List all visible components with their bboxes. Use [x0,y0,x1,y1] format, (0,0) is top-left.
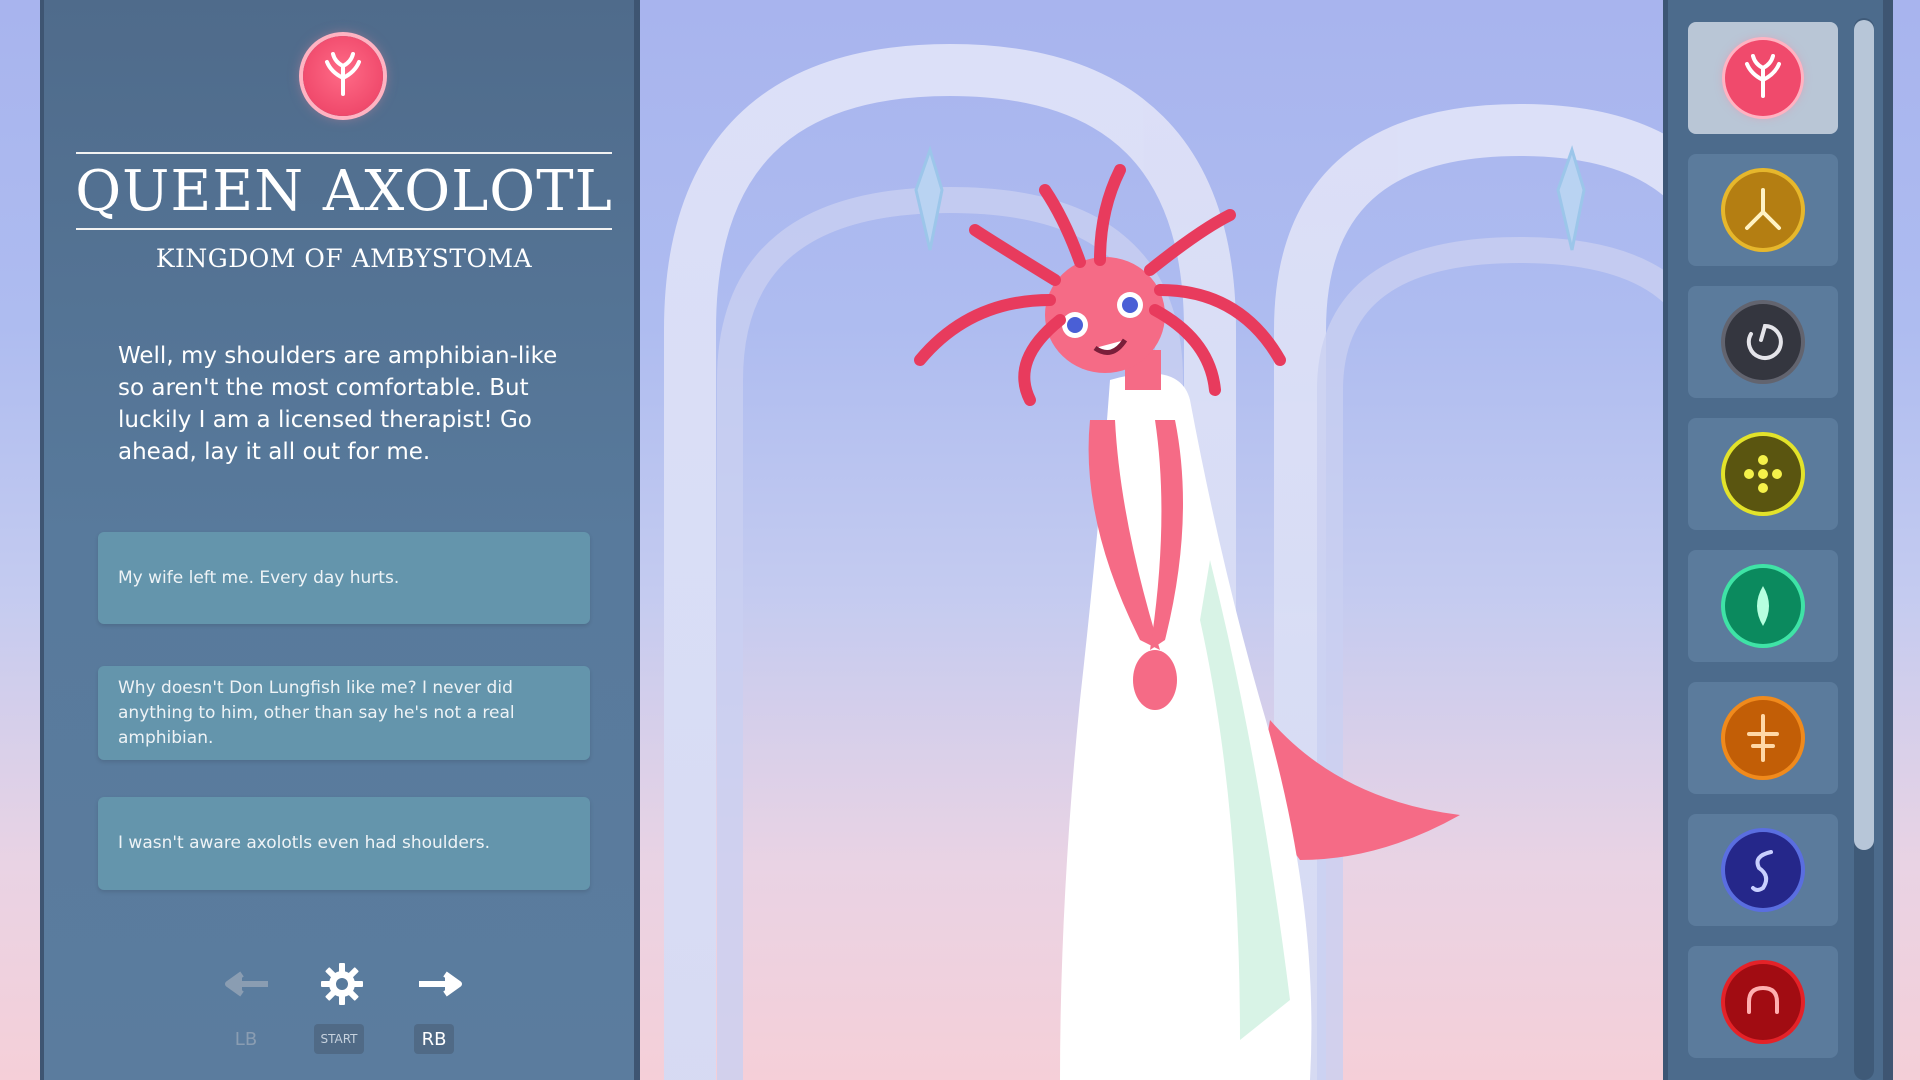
character-slot-3[interactable] [1688,286,1838,398]
choice-text: Why doesn't Don Lungfish like me? I neve… [118,677,515,748]
dialogue-panel: QUEEN AXOLOTL KINGDOM OF AMBYSTOMA Well,… [40,0,640,1080]
character-name: QUEEN AXOLOTL [75,159,613,224]
dialogue-choice-1[interactable]: My wife left me. Every day hurts. [98,532,590,624]
arch-icon [1725,964,1801,1040]
character-slot-7[interactable] [1688,814,1838,926]
character-slot-2[interactable] [1688,154,1838,266]
choice-text: I wasn't aware axolotls even had shoulde… [118,833,491,853]
character-slot-5[interactable] [1688,550,1838,662]
start-button-label: START [314,1024,364,1054]
dialogue-choice-3[interactable]: I wasn't aware axolotls even had shoulde… [98,797,590,890]
serpent-icon [1725,832,1801,908]
character-slot-8[interactable] [1688,946,1838,1058]
next-arrow-icon[interactable] [417,970,463,1002]
previous-arrow-icon[interactable] [224,970,270,1002]
dots-icon [1725,436,1801,512]
character-slot-6[interactable] [1688,682,1838,794]
title-rule-top [76,152,612,154]
character-slot-1[interactable] [1688,22,1838,134]
star-icon [1725,700,1801,776]
leaf-icon [1725,568,1801,644]
crescent-icon [1725,304,1801,380]
character-select-panel [1663,0,1883,1080]
dialogue-choice-2[interactable]: Why doesn't Don Lungfish like me? I neve… [98,666,590,760]
bird-foot-icon [1725,172,1801,248]
rb-button-label: RB [414,1024,454,1054]
kingdom-crest-icon [303,36,383,116]
character-dialogue: Well, my shoulders are amphibian-like so… [118,343,558,465]
axolotl-icon [1725,40,1801,116]
settings-gear-icon[interactable] [320,962,364,1010]
panel-border [1883,0,1893,1080]
scrollbar-thumb[interactable] [1854,20,1874,850]
title-rule-bottom [76,228,612,230]
kingdom-name: KINGDOM OF AMBYSTOMA [155,244,533,273]
choice-text: My wife left me. Every day hurts. [118,567,400,588]
lb-button-label: LB [234,1028,258,1050]
character-slot-4[interactable] [1688,418,1838,530]
